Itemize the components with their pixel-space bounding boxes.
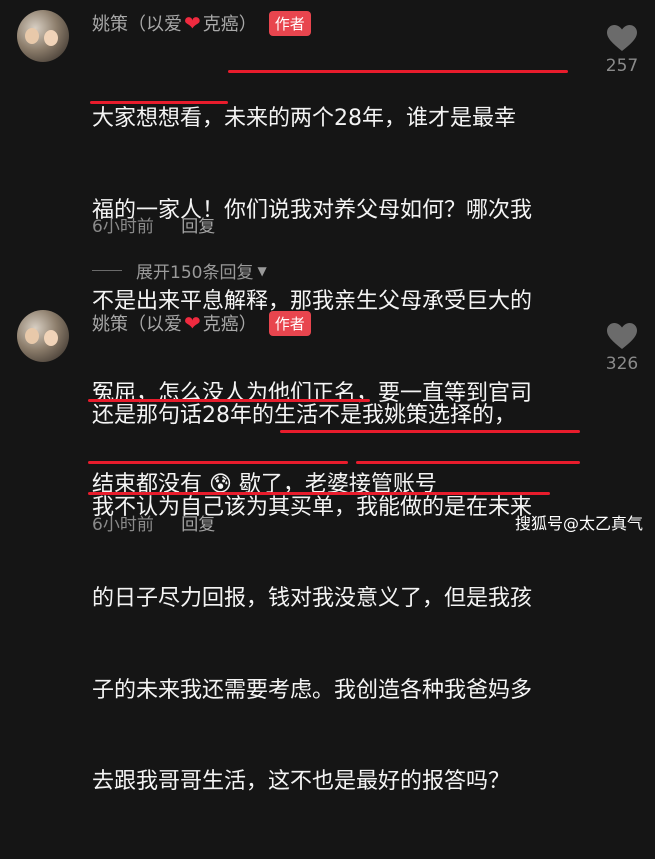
like-count: 257 bbox=[605, 56, 639, 76]
author-name-suffix: 克癌） bbox=[202, 314, 257, 335]
red-underline bbox=[280, 430, 580, 433]
red-underline bbox=[88, 492, 550, 495]
reply-button[interactable]: 回复 bbox=[181, 515, 215, 535]
author-badge: 作者 bbox=[268, 10, 311, 36]
comment-meta: 6小时前 回复 bbox=[92, 212, 215, 237]
comment-time: 6小时前 bbox=[92, 515, 154, 535]
heart-icon: ❤ bbox=[184, 311, 201, 335]
red-underline bbox=[88, 399, 370, 402]
heart-icon: ❤ bbox=[184, 11, 201, 35]
red-underline bbox=[90, 101, 228, 104]
comment-author[interactable]: 姚策（以爱 ❤ 克癌） 作者 bbox=[92, 308, 311, 338]
divider bbox=[92, 270, 122, 271]
avatar[interactable] bbox=[17, 10, 69, 62]
comment-item: 姚策（以爱 ❤ 克癌） 作者 还是那句话28年的生活不是我姚策选择的， 我不认为… bbox=[0, 300, 655, 794]
comment-text: 还是那句话28年的生活不是我姚策选择的， 我不认为自己该为其买单，我能做的是在未… bbox=[92, 340, 592, 859]
comment-line: 大家想想看，未来的两个28年，谁才是最幸 bbox=[92, 106, 516, 131]
red-underline bbox=[228, 70, 568, 73]
like-button[interactable]: 257 bbox=[600, 24, 644, 76]
watermark: 搜狐号@太乙真气 bbox=[514, 514, 643, 533]
like-heart-icon bbox=[607, 323, 637, 349]
comment-line: 去跟我哥哥生活，这不也是最好的报答吗？ bbox=[92, 769, 511, 794]
comment-meta: 6小时前 回复 bbox=[92, 510, 215, 535]
red-underline bbox=[88, 461, 348, 464]
red-underline bbox=[356, 461, 580, 464]
chevron-down-icon: ▼ bbox=[257, 263, 267, 278]
comment-line: 还是那句话28年的生活不是我姚策选择的， bbox=[92, 403, 516, 428]
avatar[interactable] bbox=[17, 310, 69, 362]
expand-replies-label: 展开150条回复 bbox=[136, 263, 254, 283]
like-count: 326 bbox=[605, 354, 639, 374]
author-badge: 作者 bbox=[268, 310, 311, 336]
expand-replies-button[interactable]: 展开150条回复 ▼ bbox=[92, 258, 267, 283]
author-name-suffix: 克癌） bbox=[202, 14, 257, 35]
comment-time: 6小时前 bbox=[92, 217, 154, 237]
comment-line: 子的未来我还需要考虑。我创造各种我爸妈多 bbox=[92, 677, 533, 703]
author-name-prefix: 姚策（以爱 bbox=[92, 14, 182, 35]
reply-button[interactable]: 回复 bbox=[181, 217, 215, 237]
comment-line: 的日子尽力回报，钱对我没意义了，但是我孩 bbox=[92, 586, 533, 611]
comment-item: 姚策（以爱 ❤ 克癌） 作者 大家想想看，未来的两个28年，谁才是最幸 福的一家… bbox=[0, 0, 655, 497]
author-name-prefix: 姚策（以爱 bbox=[92, 314, 182, 335]
like-button[interactable]: 326 bbox=[600, 322, 644, 374]
comment-author[interactable]: 姚策（以爱 ❤ 克癌） 作者 bbox=[92, 8, 311, 38]
like-heart-icon bbox=[607, 25, 637, 51]
